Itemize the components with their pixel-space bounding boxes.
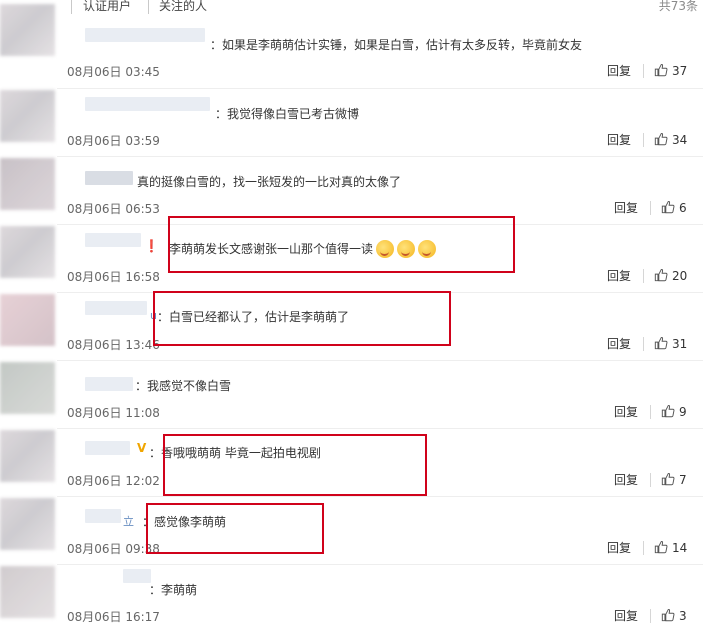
reply-button[interactable]: 回复 [614,607,638,624]
avatar[interactable] [0,226,55,278]
like-count[interactable]: 14 [672,541,687,555]
avatar[interactable] [0,430,55,482]
comment-date: 08月06日 03:45 [67,65,160,79]
comment-date: 08月06日 06:53 [67,202,160,216]
username[interactable] [85,28,205,42]
comment-filter-tabs: 认证用户 关注的人 共73条 [57,0,703,18]
tab-followed-users[interactable]: 关注的人 [159,0,207,14]
divider [643,269,644,283]
comment-text: ：如果是李萌萌估计实锤，如果是白雪，估计有太多反转，毕竟前女友 [210,38,583,52]
avatar[interactable] [0,362,55,414]
thumbs-up-icon[interactable] [654,63,668,77]
reply-button[interactable]: 回复 [614,403,638,420]
reply-button[interactable]: 回复 [607,131,631,148]
like-count[interactable]: 20 [672,269,687,283]
divider [643,133,644,147]
comment-date: 08月06日 16:17 [67,610,160,624]
like-count[interactable]: 31 [672,337,687,351]
username[interactable] [85,377,133,391]
like-count[interactable]: 34 [672,133,687,147]
like-count[interactable]: 3 [679,609,687,623]
comment-date: 08月06日 11:08 [67,406,160,420]
comment-total-count: 共73条 [658,0,698,13]
comment-date: 08月06日 03:59 [67,134,160,148]
comment-text: 真的挺像白雪的，找一张短发的一比对真的太像了 [137,175,402,189]
thumbs-up-icon[interactable] [654,268,668,282]
divider [643,64,644,78]
username[interactable] [85,301,147,315]
like-count[interactable]: 9 [679,405,687,419]
thumbs-up-icon[interactable] [661,200,675,214]
username[interactable] [85,97,210,111]
comment-text: ：我感觉不像白雪 [135,379,232,393]
reply-button[interactable]: 回复 [607,62,631,79]
comment-text: ：我觉得像白雪已考古微博 [215,107,360,121]
comment-item: ：我感觉不像白雪 08月06日 11:08 回复 9 [57,360,703,429]
thumbs-up-icon[interactable] [661,472,675,486]
comment-date: 08月06日 13:46 [67,338,160,352]
tab-divider [148,0,149,14]
comment-date: 08月06日 16:58 [67,270,160,284]
divider [643,337,644,351]
reply-button[interactable]: 回复 [607,335,631,352]
reply-button[interactable]: 回复 [614,471,638,488]
comment-item: ：我觉得像白雪已考古微博 08月06日 03:59 回复 34 [57,88,703,157]
divider [643,541,644,555]
divider [650,201,651,215]
highlight-box [163,434,427,496]
username[interactable] [85,509,121,523]
thumbs-up-icon[interactable] [654,336,668,350]
divider [650,473,651,487]
highlight-box [146,503,324,554]
thumbs-up-icon[interactable] [661,608,675,622]
avatar[interactable] [0,158,55,210]
like-count[interactable]: 37 [672,64,687,78]
thumbs-up-icon[interactable] [661,404,675,418]
username[interactable] [123,569,151,583]
tab-verified-users[interactable]: 认证用户 [83,0,131,14]
comment-date: 08月06日 12:02 [67,474,160,488]
vip-v-icon: ❗ [144,239,159,253]
vip-v-icon: V [137,441,147,455]
reply-button[interactable]: 回复 [614,199,638,216]
avatar[interactable] [0,90,55,142]
divider [650,405,651,419]
avatar[interactable] [0,294,55,346]
reply-button[interactable]: 回复 [607,539,631,556]
username[interactable] [85,233,141,247]
comment-item: 真的挺像白雪的，找一张短发的一比对真的太像了 08月06日 06:53 回复 6 [57,156,703,225]
divider [650,609,651,623]
avatar-column [0,0,57,626]
username-tail: 立 [123,515,134,528]
username[interactable] [85,171,133,185]
comment-item: ：如果是李萌萌估计实锤，如果是白雪，估计有太多反转，毕竟前女友 08月06日 0… [57,20,703,88]
avatar[interactable] [0,566,55,618]
avatar[interactable] [0,498,55,550]
highlight-box [153,291,451,346]
comment-item: ：李萌萌 08月06日 16:17 回复 3 [57,564,703,633]
thumbs-up-icon[interactable] [654,540,668,554]
like-count[interactable]: 7 [679,473,687,487]
like-count[interactable]: 6 [679,201,687,215]
highlight-box [168,216,515,273]
reply-button[interactable]: 回复 [607,267,631,284]
thumbs-up-icon[interactable] [654,132,668,146]
comment-text: ：李萌萌 [149,583,198,597]
tab-divider [71,0,72,14]
username[interactable] [85,441,130,455]
avatar[interactable] [0,4,55,56]
